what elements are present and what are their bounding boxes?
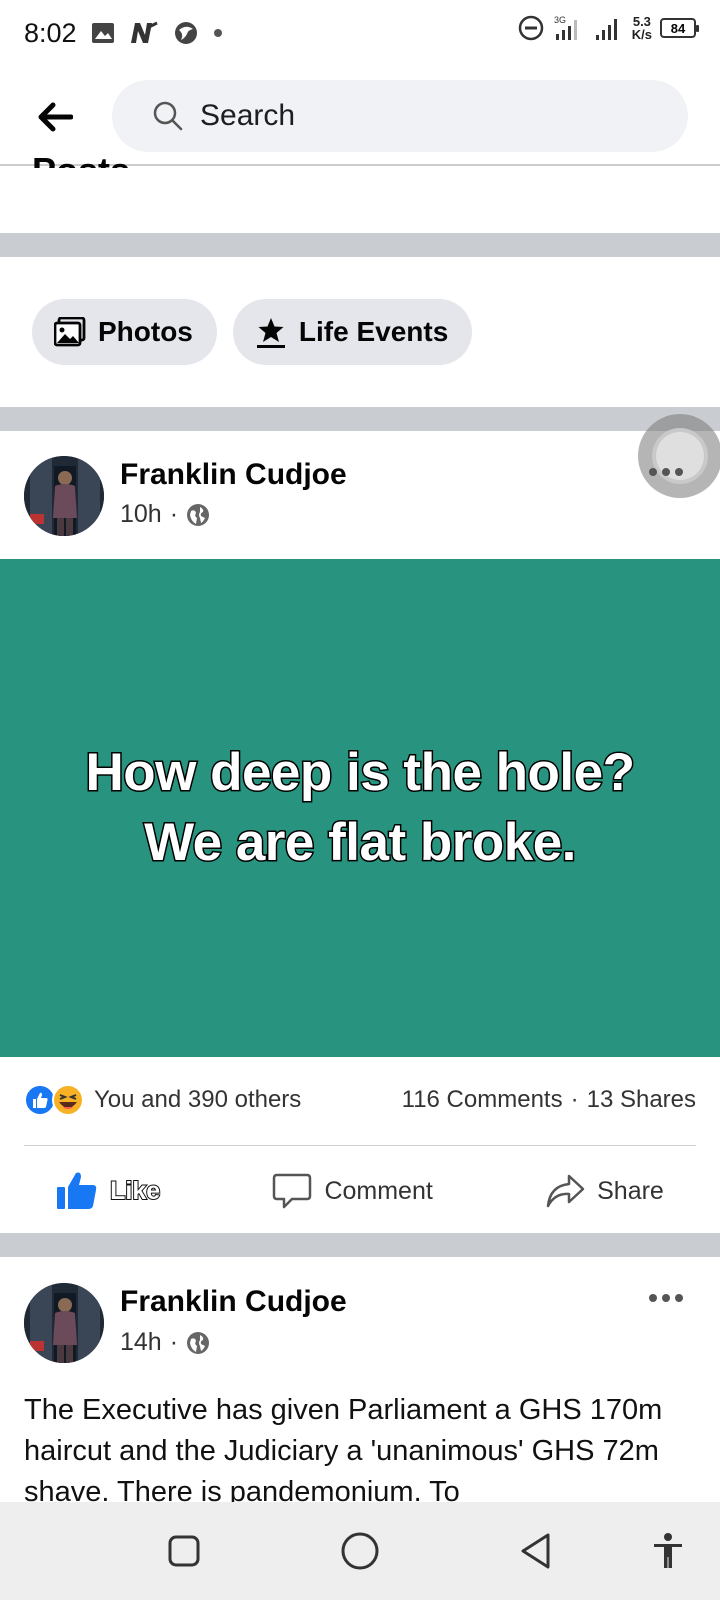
post-time[interactable]: 10h	[120, 500, 162, 529]
life-events-icon	[256, 318, 285, 348]
post-author[interactable]: Franklin Cudjoe	[120, 458, 347, 492]
home-button[interactable]	[330, 1521, 390, 1581]
battery-icon: 84	[660, 18, 699, 38]
separator-dot: ·	[169, 500, 179, 528]
search-icon	[153, 101, 183, 131]
recent-apps-button[interactable]	[154, 1521, 214, 1581]
like-label: Like	[109, 1176, 161, 1206]
section-divider	[0, 233, 720, 257]
thumbs-up-icon	[57, 1172, 97, 1209]
more-dots-icon	[649, 468, 683, 476]
photos-filter-button[interactable]: Photos	[32, 299, 217, 365]
comments-count[interactable]: 116 Comments	[402, 1086, 563, 1114]
more-dots-icon	[649, 1294, 683, 1302]
status-bar: 8:02 3G 5.3 K/s 84	[0, 0, 720, 66]
status-time: 8:02	[24, 17, 77, 48]
life-events-filter-button[interactable]: Life Events	[232, 299, 473, 365]
separator-dot: ·	[570, 1086, 579, 1113]
text-card-line: How deep is the hole?	[84, 742, 637, 804]
section-title-clip	[0, 168, 720, 232]
post-meta: 10h ·	[120, 500, 210, 529]
n-app-notification-icon	[129, 21, 159, 45]
do-not-disturb-icon	[518, 15, 544, 41]
signal-bars-icon	[594, 15, 624, 41]
reactions-row: You and 390 others 116 Comments · 13 Sha…	[24, 1080, 696, 1120]
svg-text:3G: 3G	[554, 15, 566, 25]
post-author[interactable]: Franklin Cudjoe	[120, 1285, 347, 1319]
eagle-app-notification-icon	[173, 20, 199, 46]
share-button[interactable]: Share	[545, 1173, 664, 1209]
post-text-card[interactable]: How deep is the hole? We are flat broke.	[0, 559, 720, 1057]
accessibility-button[interactable]	[638, 1521, 698, 1581]
back-nav-button[interactable]	[506, 1521, 566, 1581]
actions-separator	[24, 1145, 696, 1146]
signal-3g-icon: 3G	[552, 14, 586, 42]
system-nav-bar	[0, 1502, 720, 1600]
recent-apps-icon	[168, 1535, 200, 1567]
globe-icon	[187, 503, 210, 526]
post-options-button[interactable]	[636, 452, 696, 492]
globe-icon	[187, 1331, 210, 1354]
life-events-filter-label: Life Events	[298, 316, 449, 347]
separator-dot: ·	[169, 1328, 179, 1356]
more-notifications-dot-icon	[213, 28, 223, 38]
text-card-line: We are flat broke.	[143, 812, 578, 874]
shares-count[interactable]: 13 Shares	[587, 1086, 696, 1114]
post-body-text: The Executive has given Parliament a GHS…	[24, 1394, 663, 1508]
back-triangle-icon	[521, 1533, 550, 1569]
home-icon	[341, 1532, 379, 1570]
search-placeholder: Search	[200, 99, 296, 132]
reactions-summary[interactable]: You and 390 others	[94, 1086, 301, 1114]
share-label: Share	[597, 1176, 664, 1205]
section-divider	[0, 1233, 720, 1257]
avatar[interactable]	[24, 1283, 104, 1363]
photos-filter-label: Photos	[98, 316, 193, 347]
comment-label: Comment	[324, 1176, 433, 1205]
gallery-notification-icon	[91, 22, 115, 44]
comment-button[interactable]: Comment	[272, 1171, 433, 1211]
share-icon	[546, 1174, 585, 1208]
haha-reaction-icon	[52, 1084, 84, 1116]
network-speed: 5.3 K/s	[632, 15, 652, 41]
photos-icon	[54, 317, 86, 347]
avatar[interactable]	[24, 456, 104, 536]
search-input[interactable]: Search	[112, 80, 688, 152]
reaction-icons[interactable]	[24, 1084, 84, 1116]
comment-icon	[273, 1173, 312, 1209]
like-button[interactable]: Like	[56, 1171, 161, 1211]
post-meta: 14h ·	[120, 1328, 210, 1357]
engagement-counts: 116 Comments · 13 Shares	[402, 1086, 696, 1114]
network-speed-unit: K/s	[631, 27, 652, 42]
post-text-card-text: How deep is the hole? We are flat broke.	[84, 738, 637, 878]
accessibility-icon	[654, 1533, 682, 1568]
filter-chips: Photos Life Events	[32, 299, 473, 365]
back-arrow-icon	[38, 102, 73, 132]
section-divider	[0, 407, 720, 431]
back-button[interactable]	[32, 94, 78, 140]
post-time[interactable]: 14h	[120, 1328, 162, 1357]
post-actions: Like Comment Share	[0, 1165, 720, 1217]
post-options-button[interactable]	[636, 1278, 696, 1318]
